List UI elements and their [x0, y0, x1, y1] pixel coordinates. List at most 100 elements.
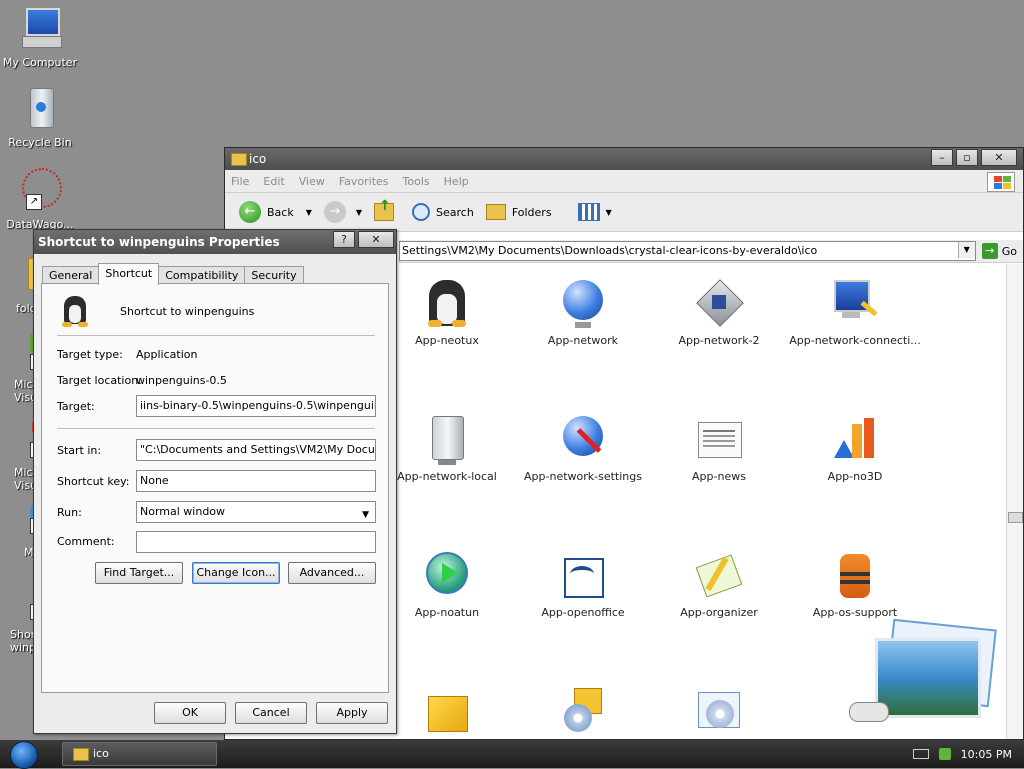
tab-shortcut[interactable]: Shortcut	[98, 263, 160, 285]
target-location-value: winpenguins-0.5	[136, 374, 227, 387]
start-in-field[interactable]: "C:\Documents and Settings\VM2\My Docume…	[136, 439, 376, 461]
dialog-title: Shortcut to winpenguins Properties	[38, 235, 280, 249]
monitor-connection-icon	[830, 280, 880, 330]
file-item[interactable]: App-organizer	[651, 552, 787, 619]
ok-button[interactable]: OK	[154, 702, 226, 724]
file-item[interactable]	[379, 688, 515, 742]
comment-field[interactable]	[136, 531, 376, 553]
target-field[interactable]: iins-binary-0.5\winpenguins-0.5\winpengu…	[136, 395, 376, 417]
menu-tools[interactable]: Tools	[403, 175, 430, 188]
change-icon-button[interactable]: Change Icon...	[192, 562, 280, 584]
datawago-icon: ↗	[16, 168, 64, 214]
keyboard-icon[interactable]	[912, 749, 929, 759]
clock[interactable]: 10:05 PM	[961, 748, 1012, 761]
explorer-titlebar[interactable]: ico – ▫ ✕	[225, 148, 1023, 170]
network-icon[interactable]	[938, 748, 951, 760]
target-label: Target:	[57, 400, 95, 413]
file-item[interactable]	[839, 618, 1009, 738]
close-button[interactable]: ✕	[981, 149, 1017, 166]
file-item[interactable]: App-neotux	[379, 280, 515, 347]
cd-window-icon	[694, 688, 744, 738]
apply-button[interactable]: Apply	[316, 702, 388, 724]
run-select-value: Normal window	[140, 505, 226, 518]
window-title: ico	[249, 152, 267, 166]
cancel-button[interactable]: Cancel	[235, 702, 307, 724]
search-button[interactable]: Search	[408, 201, 478, 223]
computer-icon	[16, 6, 64, 52]
target-type-value: Application	[136, 348, 198, 361]
file-name: App-network-local	[397, 470, 497, 483]
desktop-icon-label: Recycle Bin	[8, 136, 72, 149]
file-item[interactable]: App-network-connecti...	[787, 280, 923, 347]
help-button[interactable]: ?	[333, 231, 355, 248]
file-name: App-network-settings	[524, 470, 642, 483]
address-input[interactable]: Settings\VM2\My Documents\Downloads\crys…	[399, 241, 976, 261]
minimize-button[interactable]: –	[931, 149, 953, 166]
file-item[interactable]: App-news	[651, 416, 787, 483]
menu-view[interactable]: View	[299, 175, 325, 188]
chevron-down-icon[interactable]: ▼	[957, 242, 975, 258]
target-location-label: Target location:	[57, 374, 142, 387]
folder-icon	[73, 748, 89, 761]
back-arrow-icon: ←	[239, 201, 261, 223]
views-button[interactable]: ▼	[574, 201, 616, 223]
advanced-button[interactable]: Advanced...	[288, 562, 376, 584]
taskbar: ico 10:05 PM	[0, 740, 1024, 769]
taskbar-item-ico[interactable]: ico	[62, 742, 217, 766]
folder-icon	[231, 153, 247, 166]
separator	[57, 428, 375, 429]
file-name: App-organizer	[680, 606, 758, 619]
file-item[interactable]: App-network-settings	[515, 416, 651, 483]
penguin-icon	[422, 280, 472, 330]
scrollbar-thumb[interactable]	[1008, 512, 1023, 523]
chevron-down-icon[interactable]: ▼	[306, 208, 312, 217]
menu-file[interactable]: File	[231, 175, 249, 188]
views-icon	[577, 203, 600, 221]
file-item[interactable]: App-network	[515, 280, 651, 347]
find-target-button[interactable]: Find Target...	[95, 562, 183, 584]
penguin-icon	[60, 296, 90, 328]
menu-edit[interactable]: Edit	[263, 175, 284, 188]
taskbar-item-label: ico	[93, 747, 109, 760]
toolbar: ← Back ▼ → ▼ ↑ Search Folders ▼	[225, 193, 1023, 232]
bars-3d-icon	[830, 416, 880, 466]
file-item[interactable]	[515, 688, 651, 742]
folders-button[interactable]: Folders	[482, 202, 556, 222]
globe-wrench-icon	[558, 416, 608, 466]
menu-help[interactable]: Help	[444, 175, 469, 188]
go-label: Go	[1001, 244, 1017, 258]
dialog-titlebar[interactable]: Shortcut to winpenguins Properties ? ✕	[34, 230, 396, 254]
file-item[interactable]: App-os-support	[787, 552, 923, 619]
file-name: App-network	[547, 334, 619, 347]
close-button[interactable]: ✕	[358, 231, 394, 248]
desktop-icon-datawago[interactable]: ↗ DataWago...	[0, 168, 80, 231]
menu-favorites[interactable]: Favorites	[339, 175, 389, 188]
menu-bar: File Edit View Favorites Tools Help	[225, 170, 1023, 193]
start-button[interactable]	[10, 741, 38, 769]
forward-button[interactable]: → ▼	[320, 199, 366, 225]
run-select[interactable]: Normal window ▼	[136, 501, 376, 523]
file-item[interactable]: App-network-local	[379, 416, 515, 483]
vertical-scrollbar[interactable]	[1006, 264, 1023, 739]
file-name: App-noatun	[414, 606, 480, 619]
chevron-down-icon[interactable]: ▼	[356, 208, 362, 217]
life-vest-icon	[830, 552, 880, 602]
maximize-button[interactable]: ▫	[956, 149, 978, 166]
file-item[interactable]	[651, 688, 787, 742]
file-item[interactable]: App-network-2	[651, 279, 787, 347]
go-button[interactable]: → Go	[976, 243, 1023, 259]
photo-gamepad-icon	[849, 618, 999, 734]
properties-dialog: Shortcut to winpenguins Properties ? ✕ G…	[33, 229, 397, 734]
file-item[interactable]: App-no3D	[787, 416, 923, 483]
desktop-icon-my-computer[interactable]: My Computer	[0, 6, 80, 69]
file-item[interactable]: App-noatun	[379, 552, 515, 619]
up-folder-button[interactable]: ↑	[370, 198, 398, 223]
file-item[interactable]: App-openoffice	[515, 552, 651, 619]
target-type-label: Target type:	[57, 348, 123, 361]
file-name: App-os-support	[812, 606, 898, 619]
system-tray: 10:05 PM	[912, 740, 1024, 768]
gull-icon	[558, 552, 608, 602]
back-button[interactable]: ← Back ▼	[235, 199, 316, 225]
shortcut-key-field[interactable]: None	[136, 470, 376, 492]
desktop-icon-recycle-bin[interactable]: Recycle Bin	[0, 86, 80, 149]
